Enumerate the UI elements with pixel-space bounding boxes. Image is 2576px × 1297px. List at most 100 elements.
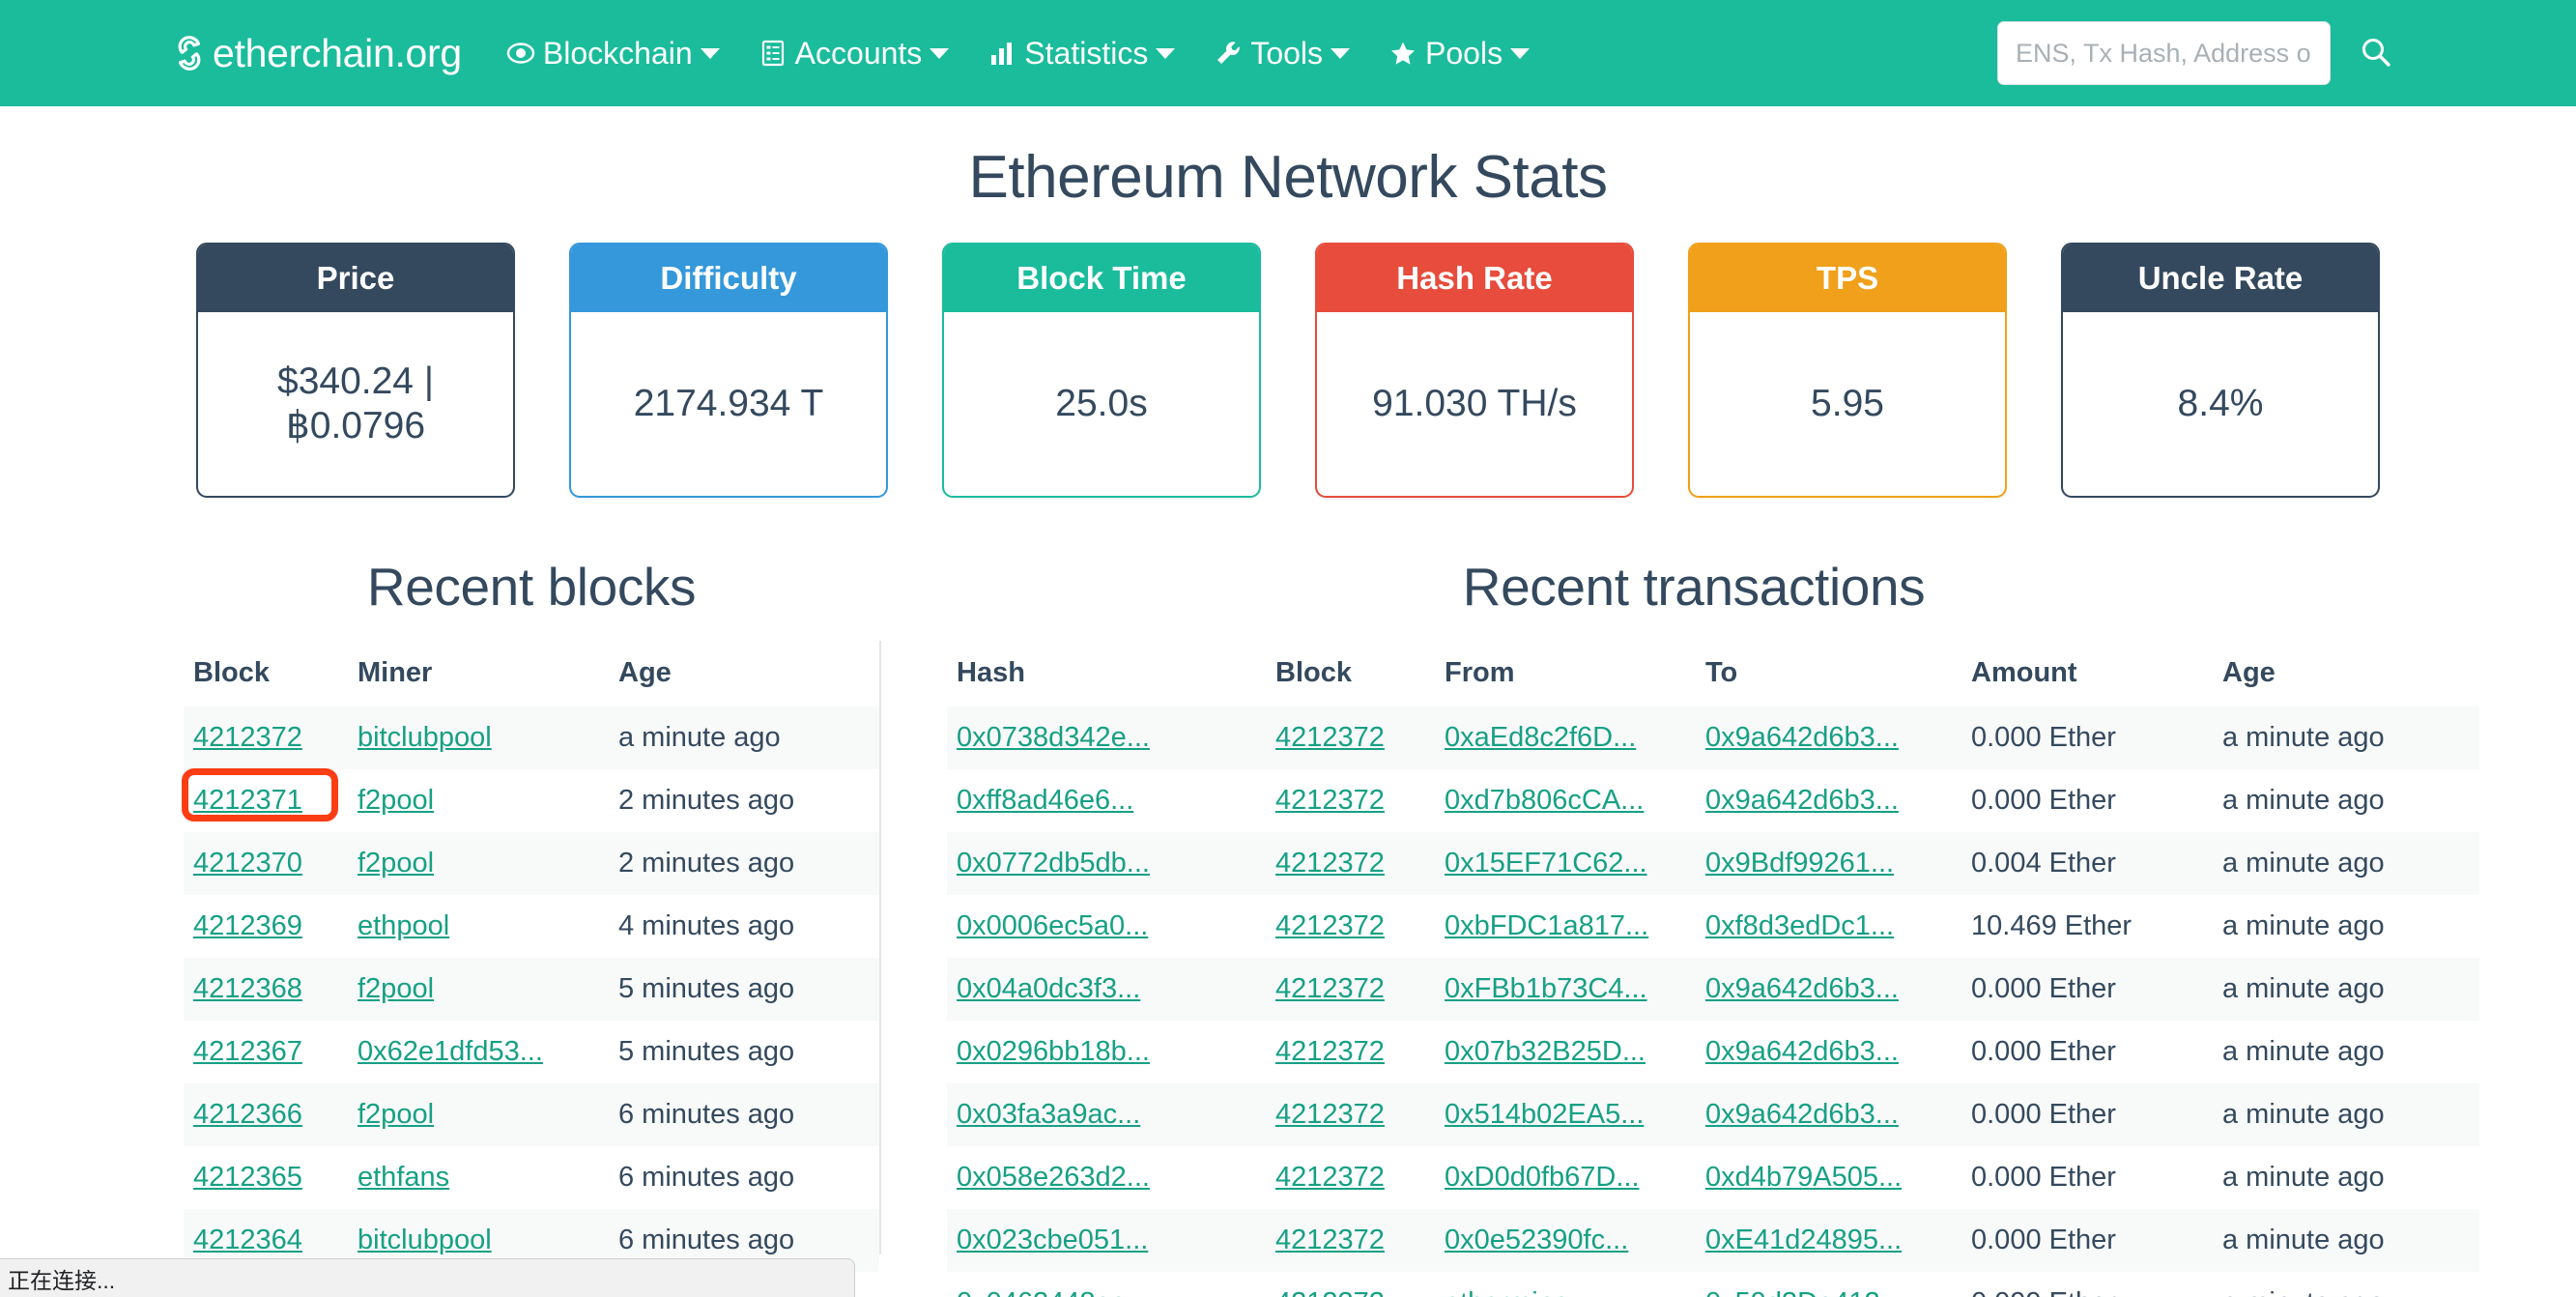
miner-link[interactable]: f2pool (358, 848, 434, 879)
from-address-link[interactable]: 0x514b02EA5... (1445, 1099, 1644, 1130)
to-address-link[interactable]: 0x9a642d6b3... (1705, 722, 1899, 753)
tx-hash-link[interactable]: 0x023cbe051... (957, 1225, 1148, 1255)
to-address-link[interactable]: 0x9a642d6b3... (1705, 973, 1899, 1004)
cell-block: 4212372 (1266, 832, 1435, 895)
to-address-link[interactable]: 0xE41d24895... (1705, 1225, 1902, 1255)
block-link[interactable]: 4212372 (1275, 1225, 1385, 1255)
miner-link[interactable]: ethfans (358, 1162, 449, 1193)
cell-from: 0xbFDC1a817... (1435, 895, 1696, 958)
table-header: Hash Block From To Amount Age (947, 651, 2479, 706)
cell-to: 0xE41d24895... (1696, 1209, 1961, 1272)
miner-link[interactable]: 0x62e1dfd53... (358, 1036, 543, 1067)
tx-hash-link[interactable]: 0x03fa3a9ac... (957, 1099, 1140, 1130)
brand-logo-link[interactable]: etherchain.org (169, 31, 462, 76)
from-address-link[interactable]: 0x07b32B25D... (1445, 1036, 1646, 1067)
stat-card-title: Hash Rate (1317, 245, 1632, 312)
from-address-link[interactable]: 0xD0d0fb67D... (1445, 1162, 1640, 1193)
tx-hash-link[interactable]: 0xff8ad46e6... (957, 785, 1133, 816)
miner-link[interactable]: bitclubpool (358, 722, 492, 753)
to-address-link[interactable]: 0xd4b79A505... (1705, 1162, 1902, 1193)
block-link[interactable]: 4212372 (193, 722, 302, 753)
tx-hash-link[interactable]: 0x058e263d2... (957, 1162, 1150, 1193)
cell-age: a minute ago (2222, 973, 2385, 1004)
block-link[interactable]: 4212372 (1275, 1162, 1385, 1193)
tx-hash-link[interactable]: 0x0006ec5a0... (957, 910, 1148, 941)
cell-age: a minute ago (2222, 848, 2385, 879)
tx-hash-link[interactable]: 0x0462448aa... (957, 1287, 1150, 1297)
chain-link-logo-icon (169, 33, 210, 73)
cell-from: 0x15EF71C62... (1435, 832, 1696, 895)
from-address-link[interactable]: ethermine (1445, 1287, 1569, 1297)
cell-amount: 0.004 Ether (1971, 848, 2116, 879)
to-address-link[interactable]: 0x9Bdf99261... (1705, 848, 1894, 879)
to-address-link[interactable]: 0x9a642d6b3... (1705, 1036, 1899, 1067)
table-row: 4212372 bitclubpool a minute ago (184, 706, 879, 769)
block-link[interactable]: 4212364 (193, 1225, 302, 1255)
cell-hash: 0x0462448aa... (947, 1272, 1266, 1297)
block-link[interactable]: 4212367 (193, 1036, 302, 1067)
tx-hash-link[interactable]: 0x0296bb18b... (957, 1036, 1150, 1067)
block-link[interactable]: 4212372 (1275, 1287, 1385, 1297)
cell-age: a minute ago (2222, 1099, 2385, 1130)
nav-item-tools[interactable]: Tools (1214, 36, 1351, 72)
block-link[interactable]: 4212372 (1275, 848, 1385, 879)
to-address-link[interactable]: 0xf8d3edDc1... (1705, 910, 1894, 941)
nav-item-pools[interactable]: Pools (1388, 36, 1531, 72)
search-icon (2360, 36, 2392, 72)
from-address-link[interactable]: 0xd7b806cCA... (1445, 785, 1644, 816)
block-link[interactable]: 4212368 (193, 973, 302, 1004)
block-link[interactable]: 4212365 (193, 1162, 302, 1193)
search-button[interactable] (2360, 36, 2392, 72)
nav-item-accounts[interactable]: Accounts (758, 36, 950, 72)
to-address-link[interactable]: 0x9a642d6b3... (1705, 785, 1899, 816)
cell-to: 0x9a642d6b3... (1696, 769, 1961, 832)
miner-link[interactable]: f2pool (358, 1099, 434, 1130)
cell-block: 4212365 (184, 1146, 348, 1209)
cell-age: 6 minutes ago (618, 1162, 795, 1193)
cell-age: a minute ago (2222, 1162, 2385, 1193)
miner-link[interactable]: f2pool (358, 973, 434, 1004)
cell-from: 0xaEd8c2f6D... (1435, 706, 1696, 769)
block-link[interactable]: 4212371 (193, 785, 302, 816)
column-header-hash: Hash (957, 657, 1025, 688)
tx-hash-link[interactable]: 0x04a0dc3f3... (957, 973, 1140, 1004)
cell-block: 4212372 (1266, 1021, 1435, 1083)
to-address-link[interactable]: 0x9a642d6b3... (1705, 1099, 1899, 1130)
chevron-down-icon (700, 47, 720, 59)
block-link[interactable]: 4212372 (1275, 722, 1385, 753)
from-address-link[interactable]: 0x0e52390fc... (1445, 1225, 1628, 1255)
block-link[interactable]: 4212370 (193, 848, 302, 879)
to-address-link[interactable]: 0x59d3De412... (1705, 1287, 1903, 1297)
tx-hash-link[interactable]: 0x0772db5db... (957, 848, 1150, 879)
eye-icon (506, 39, 535, 68)
star-icon (1388, 39, 1417, 68)
block-link[interactable]: 4212372 (1275, 973, 1385, 1004)
navbar-search (1997, 21, 2392, 85)
block-link[interactable]: 4212366 (193, 1099, 302, 1130)
nav-item-blockchain[interactable]: Blockchain (506, 36, 720, 72)
tx-hash-link[interactable]: 0x0738d342e... (957, 722, 1150, 753)
block-link[interactable]: 4212372 (1275, 1036, 1385, 1067)
block-link[interactable]: 4212372 (1275, 785, 1385, 816)
table-row: 0x0772db5db... 4212372 0x15EF71C62... 0x9Bd… (947, 832, 2479, 895)
cell-hash: 0x04a0dc3f3... (947, 958, 1266, 1021)
cell-block: 4212372 (1266, 895, 1435, 958)
nav-item-label: Accounts (794, 35, 923, 71)
from-address-link[interactable]: 0xaEd8c2f6D... (1445, 722, 1636, 753)
from-address-link[interactable]: 0xbFDC1a817... (1445, 910, 1648, 941)
table-row: 0x0006ec5a0... 4212372 0xbFDC1a817... 0xf8d… (947, 895, 2479, 958)
recent-blocks-panel: Recent blocks Block Miner Age 4212372 bit… (0, 556, 879, 1297)
cell-age: 4 minutes ago (618, 910, 795, 941)
from-address-link[interactable]: 0xFBb1b73C4... (1445, 973, 1647, 1004)
block-link[interactable]: 4212372 (1275, 1099, 1385, 1130)
search-input[interactable] (1997, 21, 2331, 85)
block-link[interactable]: 4212372 (1275, 910, 1385, 941)
nav-item-statistics[interactable]: Statistics (987, 35, 1176, 72)
block-link[interactable]: 4212369 (193, 910, 302, 941)
miner-link[interactable]: f2pool (358, 785, 434, 816)
nav-item-label: Statistics (1024, 35, 1149, 71)
from-address-link[interactable]: 0x15EF71C62... (1445, 848, 1647, 879)
miner-link[interactable]: ethpool (358, 910, 449, 941)
table-row: 4212368 f2pool 5 minutes ago (184, 958, 879, 1021)
miner-link[interactable]: bitclubpool (358, 1225, 492, 1255)
